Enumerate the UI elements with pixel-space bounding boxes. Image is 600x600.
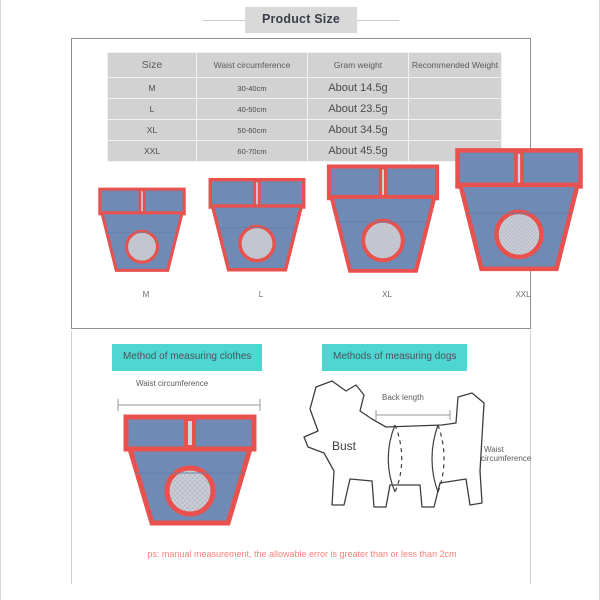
dog-diaper-icon	[98, 187, 186, 272]
back-length-label: Back length	[382, 393, 424, 402]
tag-measuring-clothes: Method of measuring clothes	[112, 344, 263, 371]
product-label: M	[142, 290, 150, 299]
dog-measuring-diagram: Back length Bust Waist circumference	[294, 375, 532, 530]
cell-recommended	[408, 98, 502, 120]
cell-gram: About 14.5g	[307, 77, 409, 99]
table-row: XXL 60-70cm About 45.5g	[107, 140, 502, 162]
dog-diaper-icon	[208, 177, 306, 272]
cell-waist: 40-50cm	[196, 98, 308, 120]
product-item-xl: XL	[317, 161, 457, 303]
waist-band	[431, 424, 445, 493]
product-size-panel: Size Waist circumference Gram weight Rec…	[71, 38, 583, 329]
measure-bracket	[117, 399, 261, 411]
tag-measuring-dogs: Methods of measuring dogs	[322, 344, 468, 371]
title-rule-left	[202, 19, 245, 21]
cell-waist: 50-60cm	[196, 119, 308, 141]
waist-measure-graphic	[117, 399, 261, 526]
table-header-row: Size Waist circumference Gram weight Rec…	[107, 52, 502, 78]
column-header-size: Size	[107, 52, 197, 78]
cell-size: XXL	[107, 140, 197, 162]
cell-recommended	[408, 119, 502, 141]
dog-diaper-icon	[326, 164, 440, 273]
cell-gram: About 34.5g	[307, 119, 409, 141]
cell-waist: 60-70cm	[196, 140, 308, 162]
size-table: Size Waist circumference Gram weight Rec…	[107, 52, 502, 162]
column-header-recommended: Recommended Weight	[408, 52, 502, 78]
bust-band	[387, 424, 403, 493]
product-label: L	[258, 290, 264, 299]
cell-gram: About 45.5g	[307, 140, 409, 162]
product-item-m: M	[90, 185, 202, 303]
product-label: XL	[382, 290, 392, 299]
product-item-xxl: XXL	[444, 143, 600, 303]
cell-size: L	[107, 98, 197, 120]
dog-waist-label-line1: Waist	[484, 445, 504, 454]
measurement-note: ps: manual measurement, the allowable er…	[147, 549, 457, 559]
clothes-measuring-diagram: Waist circumference	[100, 379, 290, 529]
cell-size: XL	[107, 119, 197, 141]
column-header-gram: Gram weight	[307, 52, 409, 78]
column-header-waist: Waist circumference	[196, 52, 308, 78]
product-gallery: M L XL XXL	[72, 148, 583, 327]
cell-waist: 30-40cm	[196, 77, 308, 99]
cell-gram: About 23.5g	[307, 98, 409, 120]
product-label: XXL	[515, 290, 531, 299]
page-title: Product Size	[244, 7, 358, 33]
dog-diaper-icon	[455, 148, 583, 272]
section-title-row: Product Size	[1, 6, 600, 34]
table-row: L 40-50cm About 23.5g	[107, 98, 502, 120]
measuring-methods-panel: Method of measuring clothes Methods of m…	[71, 331, 531, 584]
cell-recommended	[408, 77, 502, 99]
bust-label: Bust	[332, 439, 357, 453]
table-row: XL 50-60cm About 34.5g	[107, 119, 502, 141]
back-length-bracket	[375, 410, 451, 420]
product-item-l: L	[200, 175, 322, 303]
title-rule-right	[357, 19, 400, 21]
waist-circumference-label: Waist circumference	[136, 379, 209, 388]
table-row: M 30-40cm About 14.5g	[107, 77, 502, 99]
page-root: Product Size Size Waist circumference Gr…	[0, 0, 600, 600]
cell-size: M	[107, 77, 197, 99]
dog-waist-label-line2: circumference	[481, 454, 532, 463]
